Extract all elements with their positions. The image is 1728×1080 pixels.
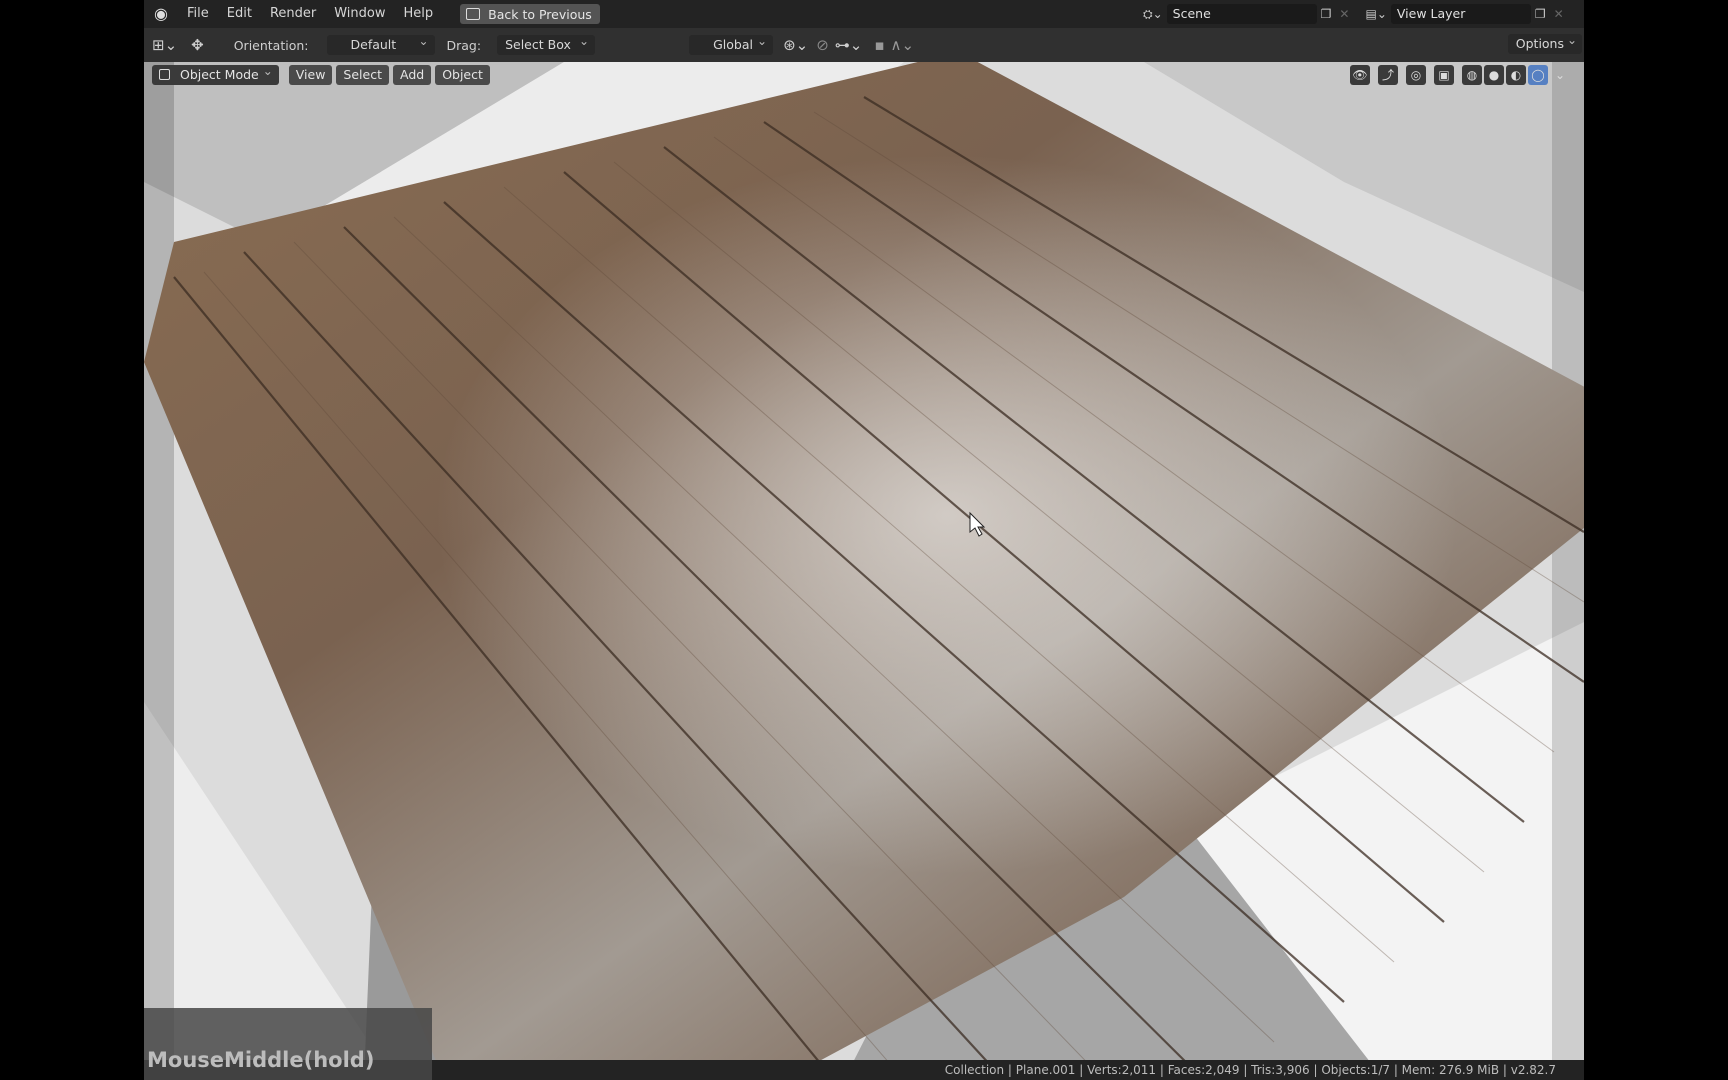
xray-icon[interactable]: ▣	[1434, 65, 1454, 85]
transform-orientation-dropdown[interactable]: Global	[689, 31, 774, 55]
orientation-label: Orientation:	[233, 37, 309, 53]
blender-window: ◉ File Edit Render Window Help Back to P…	[144, 0, 1584, 1080]
viewport-shading-controls: 👁 ⤴ ◎ ▣ ◍ ● ◐ ◯ ⌄	[1348, 65, 1570, 85]
scene-icon[interactable]: ⛭⌄	[1139, 7, 1167, 22]
object-menu-button[interactable]: Object	[435, 65, 490, 85]
menu-edit[interactable]: Edit	[218, 0, 261, 28]
view-layer-field[interactable]: View Layer	[1390, 4, 1531, 24]
view-menu-button[interactable]: View	[288, 65, 333, 85]
scene-name-field[interactable]: Scene	[1166, 4, 1317, 24]
snap-target-icon[interactable]: ⊶⌄	[835, 36, 863, 54]
mouse-hint-text: MouseMiddle(hold)	[147, 1048, 375, 1072]
delete-view-layer-icon[interactable]: ✕	[1550, 7, 1568, 21]
3d-viewport[interactable]: Object Mode View Select Add Object 👁 ⤴ ◎…	[144, 62, 1584, 1080]
add-menu-button[interactable]: Add	[392, 65, 432, 85]
menu-render[interactable]: Render	[261, 0, 325, 28]
menu-file[interactable]: File	[178, 0, 218, 28]
shading-options-chevron-icon[interactable]: ⌄	[1550, 65, 1570, 85]
viewport-side-shadow	[1552, 62, 1584, 1080]
blender-logo-icon[interactable]: ◉	[152, 5, 170, 23]
orientation-dropdown[interactable]: Default	[326, 31, 435, 55]
top-menu-bar: ◉ File Edit Render Window Help Back to P…	[144, 0, 1584, 28]
falloff-icon[interactable]: ∧⌄	[891, 36, 915, 54]
object-mode-label: Object Mode	[180, 67, 259, 82]
view-layer-icon[interactable]: ▤⌄	[1361, 7, 1390, 21]
viewport-render	[144, 62, 1584, 1080]
menu-help[interactable]: Help	[395, 0, 443, 28]
tool-settings-icon[interactable]: ⊞⌄	[152, 36, 177, 54]
gizmo-icon[interactable]: ⤴	[1378, 65, 1398, 85]
viewport-header: Object Mode View Select Add Object	[152, 62, 494, 88]
drag-value: Select Box	[505, 37, 571, 52]
transform-orientation-value: Global	[713, 37, 753, 52]
back-icon	[466, 8, 481, 20]
material-icon[interactable]: ◐	[1506, 65, 1526, 85]
pivot-point-icon[interactable]: ⊛⌄	[783, 36, 808, 54]
snap-icon[interactable]: ⊘	[816, 36, 829, 54]
overlay-icon[interactable]: ◎	[1406, 65, 1426, 85]
menu-window[interactable]: Window	[325, 0, 394, 28]
options-dropdown[interactable]: Options	[1507, 30, 1582, 54]
rendered-icon[interactable]: ◯	[1528, 65, 1548, 85]
new-scene-icon[interactable]: ❐	[1317, 7, 1336, 21]
visibility-icon[interactable]: 👁	[1350, 65, 1370, 85]
drag-dropdown[interactable]: Select Box	[497, 31, 596, 55]
key-hint-overlay: MouseMiddle(hold)	[144, 1008, 432, 1080]
delete-scene-icon[interactable]: ✕	[1335, 7, 1353, 21]
orientation-value: Default	[350, 37, 397, 52]
options-label: Options	[1515, 36, 1564, 51]
proportional-edit-icon[interactable]: ▪	[874, 36, 884, 54]
back-to-previous-label: Back to Previous	[488, 6, 592, 22]
wireframe-icon[interactable]: ◍	[1462, 65, 1482, 85]
select-menu-button[interactable]: Select	[336, 65, 389, 85]
solid-icon[interactable]: ●	[1484, 65, 1504, 85]
new-view-layer-icon[interactable]: ❐	[1531, 7, 1550, 21]
tool-header: ⊞⌄ ✥ Orientation: Default Drag: Select B…	[144, 28, 1584, 62]
object-mode-dropdown[interactable]: Object Mode	[152, 62, 279, 85]
move-tool-icon[interactable]: ✥	[191, 36, 204, 54]
viewport-side-shadow	[144, 62, 174, 1080]
scene-selector-group: ⛭⌄ Scene ❐ ✕ ▤⌄ View Layer ❐ ✕	[1139, 3, 1568, 25]
drag-label: Drag:	[446, 37, 482, 53]
back-to-previous-button[interactable]: Back to Previous	[460, 4, 600, 24]
scene-statistics: Collection | Plane.001 | Verts:2,011 | F…	[944, 1063, 1556, 1077]
